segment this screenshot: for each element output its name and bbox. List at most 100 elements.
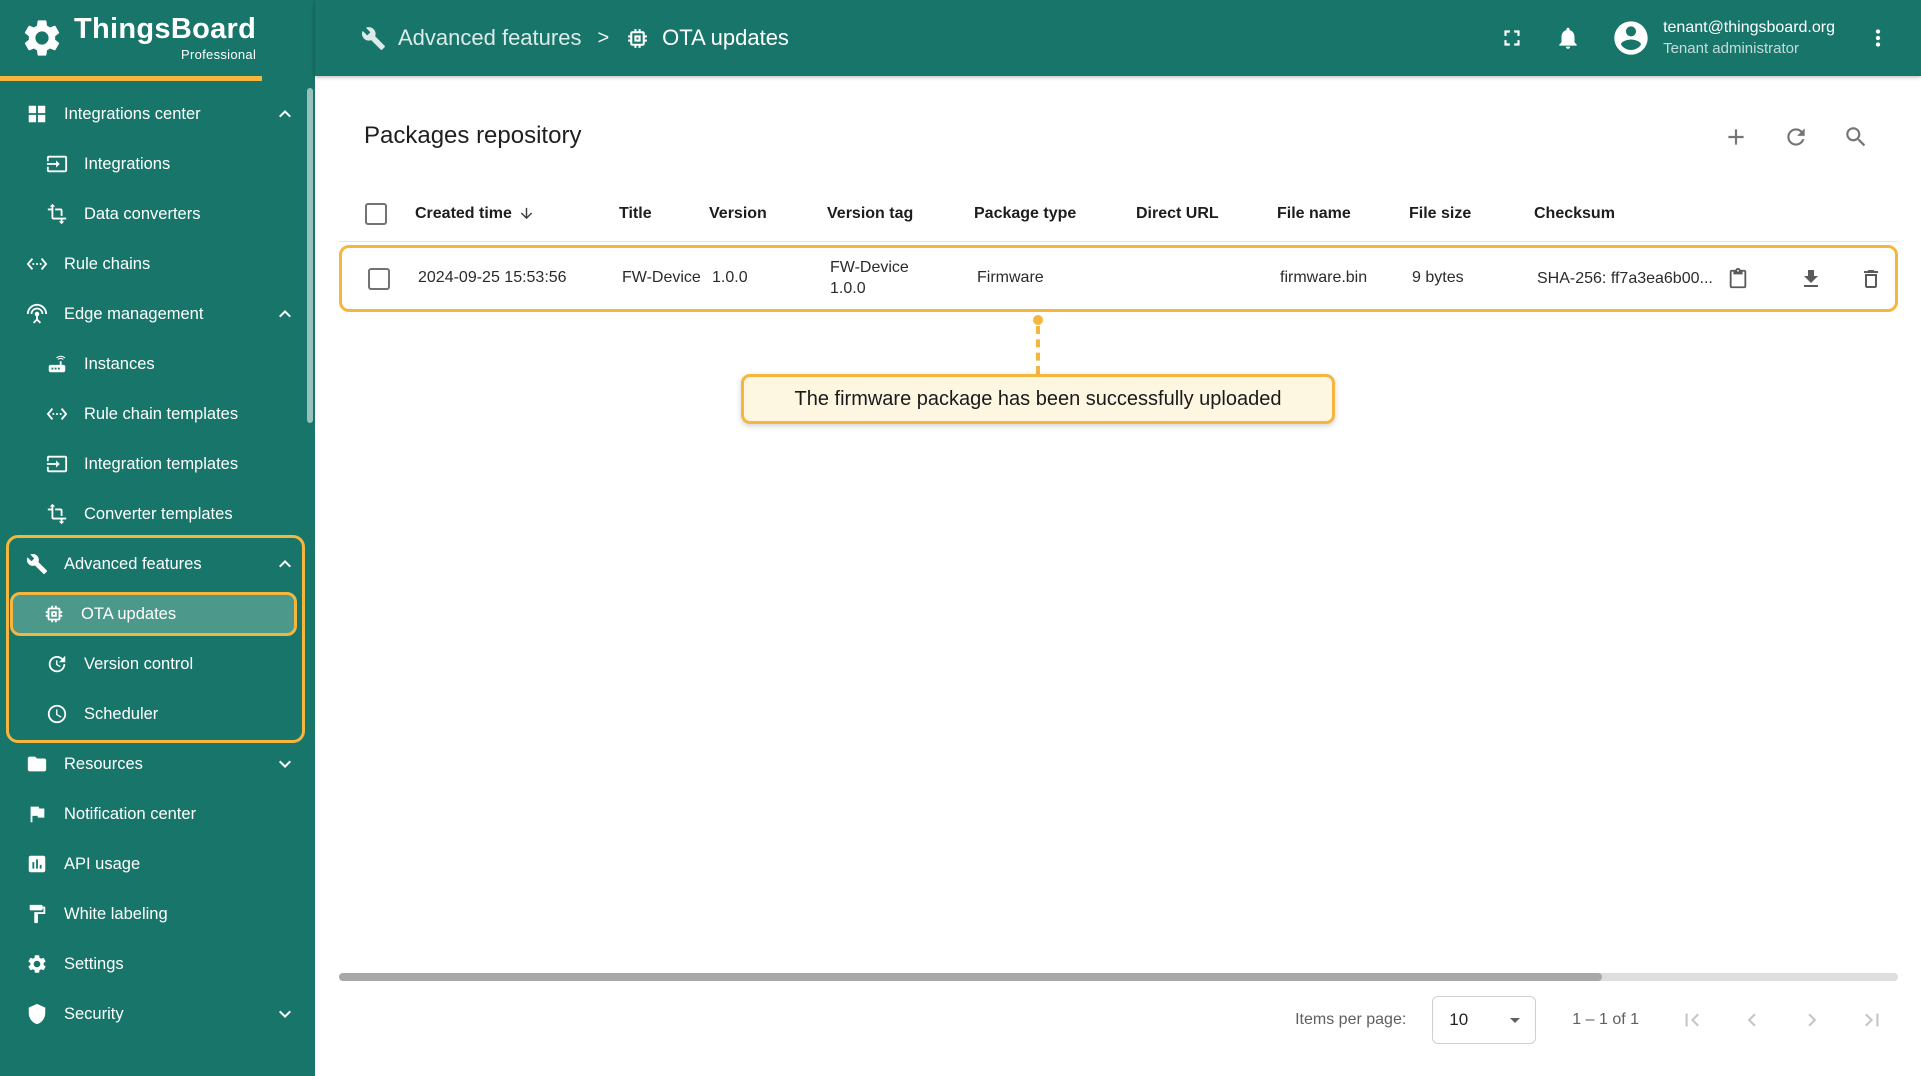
more-vert-icon[interactable]: [1865, 25, 1891, 51]
top-header: Advanced features > OTA updates tenant@t…: [315, 0, 1921, 76]
column-header-checksum[interactable]: Checksum: [1534, 205, 1898, 223]
sidebar-item-edge-management[interactable]: Edge management: [0, 289, 315, 339]
column-header-title[interactable]: Title: [619, 205, 709, 223]
column-header-created-time[interactable]: Created time: [415, 205, 619, 223]
row-actions: [1799, 267, 1889, 291]
column-header-version[interactable]: Version: [709, 205, 827, 223]
brand-subtitle: Professional: [181, 46, 257, 62]
main-area: Advanced features > OTA updates tenant@t…: [315, 0, 1921, 1076]
delete-package-icon[interactable]: [1859, 267, 1883, 291]
ethernet-icon: [26, 253, 48, 275]
items-per-page-label: Items per page:: [1295, 1011, 1407, 1028]
column-header-direct-url[interactable]: Direct URL: [1136, 205, 1277, 223]
select-all-checkbox[interactable]: [365, 202, 387, 225]
user-email: tenant@thingsboard.org: [1663, 19, 1835, 36]
ethernet-icon: [46, 403, 68, 425]
horizontal-scrollbar-thumb[interactable]: [339, 973, 1602, 981]
chevron-down-icon[interactable]: [273, 1002, 297, 1026]
paginator: Items per page: 10 1 – 1 of 1: [1295, 992, 1885, 1048]
input-icon: [46, 453, 68, 475]
last-page-button[interactable]: [1859, 1007, 1885, 1033]
sidebar-item-api-usage[interactable]: API usage: [0, 839, 315, 889]
sidebar-item-security[interactable]: Security: [0, 989, 315, 1039]
tools-icon: [26, 553, 48, 575]
tools-icon: [361, 26, 386, 51]
add-package-button[interactable]: [1723, 124, 1749, 150]
router-icon: [46, 353, 68, 375]
copy-checksum-icon[interactable]: [1727, 268, 1749, 290]
folder-icon: [26, 753, 48, 775]
sidebar-nav: Integrations center Integrations Data co…: [0, 81, 315, 1039]
sidebar-item-converter-templates[interactable]: Converter templates: [0, 489, 315, 539]
checksum-value: SHA-256: ff7a3ea6b00...: [1537, 269, 1713, 287]
first-page-button[interactable]: [1679, 1007, 1705, 1033]
sidebar-item-integrations[interactable]: Integrations: [0, 139, 315, 189]
download-package-icon[interactable]: [1799, 267, 1823, 291]
chevron-up-icon[interactable]: [273, 302, 297, 326]
horizontal-scrollbar-track: [339, 973, 1898, 981]
grid-icon: [26, 103, 48, 125]
sidebar-scrollbar[interactable]: [307, 88, 313, 423]
pagination-nav: [1679, 1007, 1885, 1033]
table-row[interactable]: 2024-09-25 15:53:56 FW-Device 1.0.0 FW-D…: [342, 248, 1895, 309]
table-header-row: Created time Title Version Version tag P…: [339, 186, 1898, 242]
shield-icon: [26, 1003, 48, 1025]
breadcrumb-advanced-features[interactable]: Advanced features: [361, 25, 581, 51]
sidebar-item-integration-templates[interactable]: Integration templates: [0, 439, 315, 489]
row-checkbox[interactable]: [368, 267, 390, 290]
sidebar-item-version-control[interactable]: Version control: [0, 639, 315, 689]
breadcrumb-ota-updates[interactable]: OTA updates: [625, 25, 789, 51]
antenna-icon: [26, 303, 48, 325]
caret-down-icon: [1503, 1008, 1527, 1032]
cell-package-type: Firmware: [977, 269, 1044, 287]
cell-file-size: 9 bytes: [1412, 269, 1464, 287]
paint-icon: [26, 903, 48, 925]
notifications-bell-icon[interactable]: [1555, 25, 1581, 51]
sidebar-item-rule-chains[interactable]: Rule chains: [0, 239, 315, 289]
sidebar-item-data-converters[interactable]: Data converters: [0, 189, 315, 239]
column-header-package-type[interactable]: Package type: [974, 205, 1136, 223]
page-range-label: 1 – 1 of 1: [1572, 1011, 1639, 1028]
cell-checksum: SHA-256: ff7a3ea6b00...: [1537, 267, 1895, 291]
sidebar: ThingsBoard Professional Integrations ce…: [0, 0, 315, 1076]
account-menu[interactable]: tenant@thingsboard.org Tenant administra…: [1611, 18, 1835, 58]
previous-page-button[interactable]: [1739, 1007, 1765, 1033]
input-icon: [46, 153, 68, 175]
chevron-down-icon[interactable]: [273, 752, 297, 776]
app-window: ThingsBoard Professional Integrations ce…: [0, 0, 1921, 1076]
sidebar-item-resources[interactable]: Resources: [0, 739, 315, 789]
items-per-page-select[interactable]: 10: [1432, 996, 1537, 1044]
transform-icon: [46, 503, 68, 525]
sidebar-item-instances[interactable]: Instances: [0, 339, 315, 389]
sidebar-item-ota-updates[interactable]: OTA updates: [10, 592, 297, 636]
chart-icon: [26, 853, 48, 875]
header-controls: tenant@thingsboard.org Tenant administra…: [1499, 18, 1891, 58]
column-header-version-tag[interactable]: Version tag: [827, 205, 974, 223]
sidebar-item-white-labeling[interactable]: White labeling: [0, 889, 315, 939]
flag-icon: [26, 803, 48, 825]
sidebar-item-scheduler[interactable]: Scheduler: [0, 689, 315, 739]
packages-table: Created time Title Version Version tag P…: [339, 186, 1898, 312]
clock-icon: [46, 703, 68, 725]
fullscreen-icon[interactable]: [1499, 25, 1525, 51]
sidebar-item-advanced-features[interactable]: Advanced features: [0, 539, 315, 589]
sort-descending-icon[interactable]: [518, 205, 535, 222]
chevron-up-icon[interactable]: [273, 552, 297, 576]
table-toolbar: [1723, 124, 1869, 150]
row-highlight-outline: 2024-09-25 15:53:56 FW-Device 1.0.0 FW-D…: [339, 245, 1898, 312]
brand-name: ThingsBoard: [74, 12, 257, 45]
gear-icon: [26, 953, 48, 975]
refresh-button[interactable]: [1783, 124, 1809, 150]
breadcrumb-separator: >: [597, 26, 610, 49]
sidebar-item-integrations-center[interactable]: Integrations center: [0, 89, 315, 139]
sidebar-item-settings[interactable]: Settings: [0, 939, 315, 989]
thingsboard-logo[interactable]: ThingsBoard Professional: [0, 0, 315, 76]
search-button[interactable]: [1843, 124, 1869, 150]
sidebar-item-notification-center[interactable]: Notification center: [0, 789, 315, 839]
column-header-file-size[interactable]: File size: [1409, 205, 1534, 223]
sidebar-item-rule-chain-templates[interactable]: Rule chain templates: [0, 389, 315, 439]
next-page-button[interactable]: [1799, 1007, 1825, 1033]
column-header-file-name[interactable]: File name: [1277, 205, 1409, 223]
chevron-up-icon[interactable]: [273, 102, 297, 126]
cell-title: FW-Device: [622, 269, 701, 287]
